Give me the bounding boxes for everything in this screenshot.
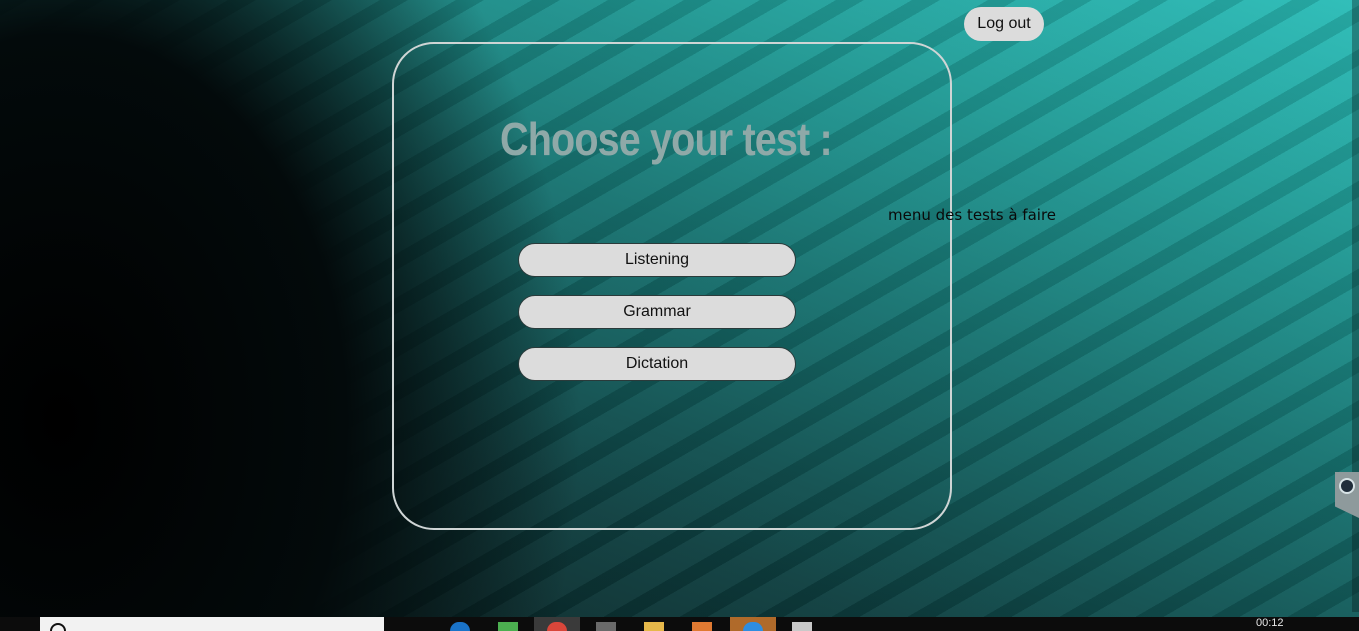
grammar-button[interactable]: Grammar xyxy=(518,295,796,329)
folder-icon[interactable] xyxy=(644,622,664,631)
taskbar-search-box[interactable] xyxy=(40,617,384,631)
menu-caption: menu des tests à faire xyxy=(888,206,1057,224)
listening-button[interactable]: Listening xyxy=(518,243,796,277)
teamviewer-icon xyxy=(1339,478,1355,494)
desktop-screen: Log out Choose your test : menu des test… xyxy=(0,0,1359,631)
taskbar: 00:12 xyxy=(0,617,1359,631)
chrome-icon xyxy=(547,622,567,631)
teamviewer-taskbar-icon xyxy=(743,622,763,631)
app-icon[interactable] xyxy=(596,622,616,631)
page-title: Choose your test : xyxy=(500,113,833,165)
scrollbar[interactable] xyxy=(1352,0,1359,612)
teamviewer-side-tab[interactable] xyxy=(1335,472,1359,518)
file-icon[interactable] xyxy=(792,622,812,631)
taskbar-clock[interactable]: 00:12 xyxy=(1256,617,1284,629)
store-icon[interactable] xyxy=(692,622,712,631)
dictation-button[interactable]: Dictation xyxy=(518,347,796,381)
edge-icon[interactable] xyxy=(450,622,470,631)
sticky-icon[interactable] xyxy=(498,622,518,631)
logout-button[interactable]: Log out xyxy=(964,7,1044,41)
